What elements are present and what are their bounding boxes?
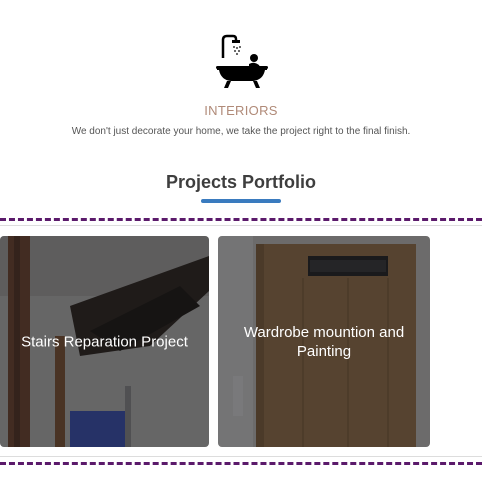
title-underline: [201, 199, 281, 203]
project-card-stairs[interactable]: Stairs Reparation Project: [0, 236, 209, 447]
project-card-wardrobe[interactable]: Wardrobe mountion and Painting: [218, 236, 430, 447]
bathtub-shower-icon: [216, 34, 268, 88]
divider-dashed-top: [0, 218, 482, 221]
brand-category: INTERIORS: [204, 103, 278, 118]
project-label-wardrobe: Wardrobe mountion and Painting: [243, 323, 405, 360]
project-label-stairs: Stairs Reparation Project: [21, 333, 188, 350]
divider-thin-bottom: [0, 456, 482, 457]
divider-thin-top: [0, 225, 482, 226]
divider-dashed-bottom: [0, 462, 482, 465]
brand-tagline: We don't just decorate your home, we tak…: [71, 126, 411, 137]
section-title: Projects Portfolio: [165, 172, 317, 192]
